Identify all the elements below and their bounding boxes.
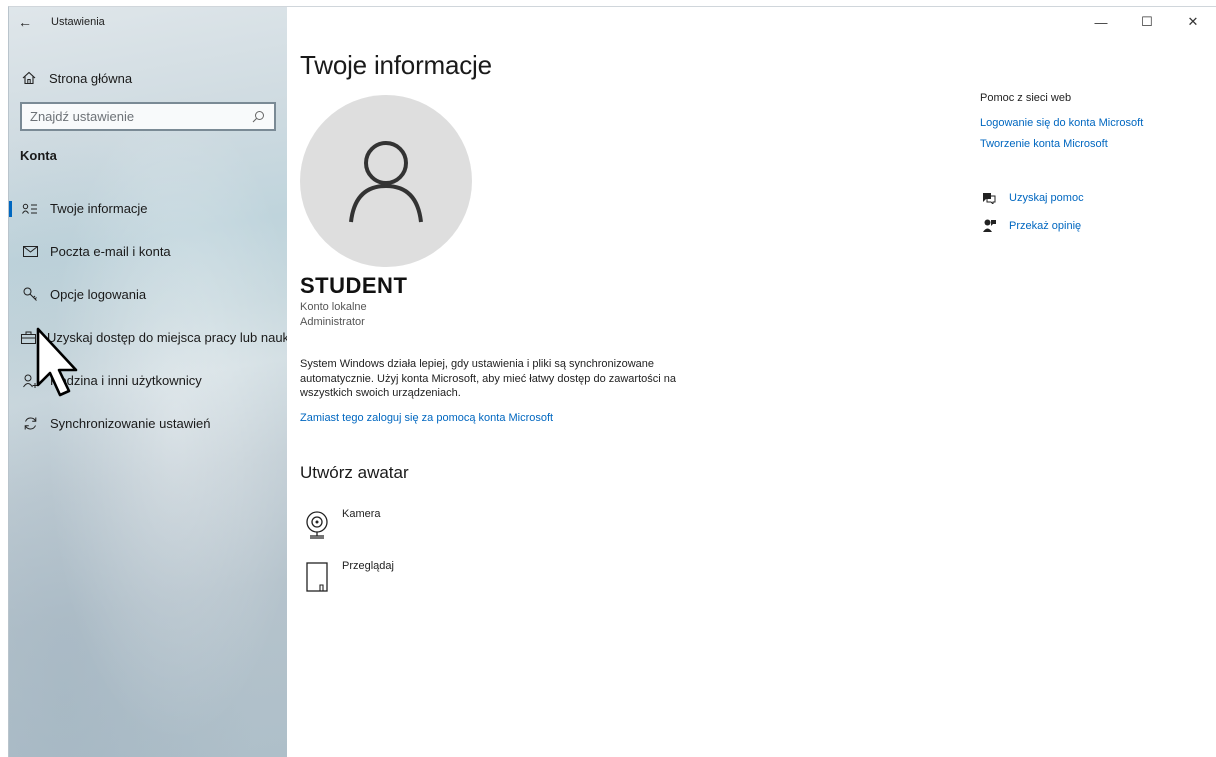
camera-label: Kamera — [342, 508, 381, 520]
key-icon — [21, 287, 39, 302]
close-button[interactable]: ✕ — [1170, 7, 1216, 37]
get-help-label: Uzyskaj pomoc — [1009, 192, 1084, 204]
person-icon — [349, 141, 423, 223]
get-help-link[interactable]: Uzyskaj pomoc — [980, 190, 1210, 206]
sidebar-item-label: Opcje logowania — [50, 287, 147, 302]
search-icon[interactable] — [250, 109, 266, 125]
microsoft-signin-link[interactable]: Zamiast tego zaloguj się za pomocą konta… — [300, 412, 553, 424]
page-title: Twoje informacje — [300, 50, 492, 80]
create-avatar-heading: Utwórz awatar — [300, 463, 409, 482]
feedback-icon — [980, 219, 998, 233]
mail-icon — [21, 246, 39, 257]
maximize-button[interactable]: ☐ — [1124, 7, 1170, 37]
sidebar-item-label: Uzyskaj dostęp do miejsca pracy lub nauk… — [47, 330, 287, 345]
feedback-label: Przekaż opinię — [1009, 220, 1082, 232]
help-title: Pomoc z sieci web — [980, 92, 1072, 104]
sidebar-item-sync-settings[interactable]: Synchronizowanie ustawień — [9, 402, 287, 445]
window-controls: — ☐ ✕ — [1078, 7, 1216, 37]
account-type: Konto lokalne — [300, 301, 367, 313]
user-name: STUDENT — [300, 273, 408, 298]
file-browse-icon — [300, 560, 334, 594]
sidebar-item-email-accounts[interactable]: Poczta e-mail i konta — [9, 230, 287, 273]
search-input[interactable] — [30, 109, 250, 124]
account-role: Administrator — [300, 316, 365, 328]
feedback-link[interactable]: Przekaż opinię — [980, 218, 1210, 234]
back-button[interactable]: ← — [11, 7, 39, 37]
sidebar-item-sign-in-options[interactable]: Opcje logowania — [9, 273, 287, 316]
main-content: Twoje informacje STUDENT Konto lokalne A… — [300, 50, 980, 592]
contact-card-icon — [21, 203, 39, 215]
home-label: Strona główna — [49, 70, 133, 86]
browse-label: Przeglądaj — [342, 560, 394, 572]
sync-description: System Windows działa lepiej, gdy ustawi… — [300, 358, 676, 399]
mouse-cursor-icon — [36, 327, 78, 397]
camera-option[interactable]: Kamera — [300, 508, 381, 542]
webcam-icon — [300, 508, 334, 542]
title-bar: ← Ustawienia — [9, 7, 287, 37]
minimize-button[interactable]: — — [1078, 7, 1124, 37]
help-link-signin[interactable]: Logowanie się do konta Microsoft — [980, 117, 1210, 129]
sidebar-item-label: Synchronizowanie ustawień — [50, 416, 211, 431]
home-icon — [19, 71, 39, 85]
back-arrow-icon: ← — [18, 14, 32, 30]
app-title: Ustawienia — [51, 16, 105, 28]
minimize-icon: — — [1094, 14, 1108, 30]
section-title: Konta — [20, 148, 57, 163]
sidebar-item-label: Poczta e-mail i konta — [50, 244, 171, 259]
avatar — [300, 95, 472, 267]
briefcase-icon — [21, 331, 36, 344]
help-link-create-account[interactable]: Tworzenie konta Microsoft — [980, 138, 1210, 150]
help-chat-icon — [980, 192, 998, 204]
sidebar-item-your-info[interactable]: Twoje informacje — [9, 187, 287, 230]
maximize-icon: ☐ — [1141, 14, 1153, 29]
home-nav-item[interactable]: Strona główna — [19, 63, 132, 93]
close-icon: ✕ — [1187, 14, 1199, 29]
help-panel: Pomoc z sieci web Logowanie się do konta… — [980, 92, 1210, 234]
search-box[interactable] — [20, 102, 276, 131]
sidebar-item-label: Twoje informacje — [50, 201, 148, 216]
sidebar-nav: Twoje informacje Poczta e-mail i konta O… — [9, 187, 287, 445]
browse-option[interactable]: Przeglądaj — [300, 560, 394, 594]
sync-icon — [21, 416, 39, 431]
